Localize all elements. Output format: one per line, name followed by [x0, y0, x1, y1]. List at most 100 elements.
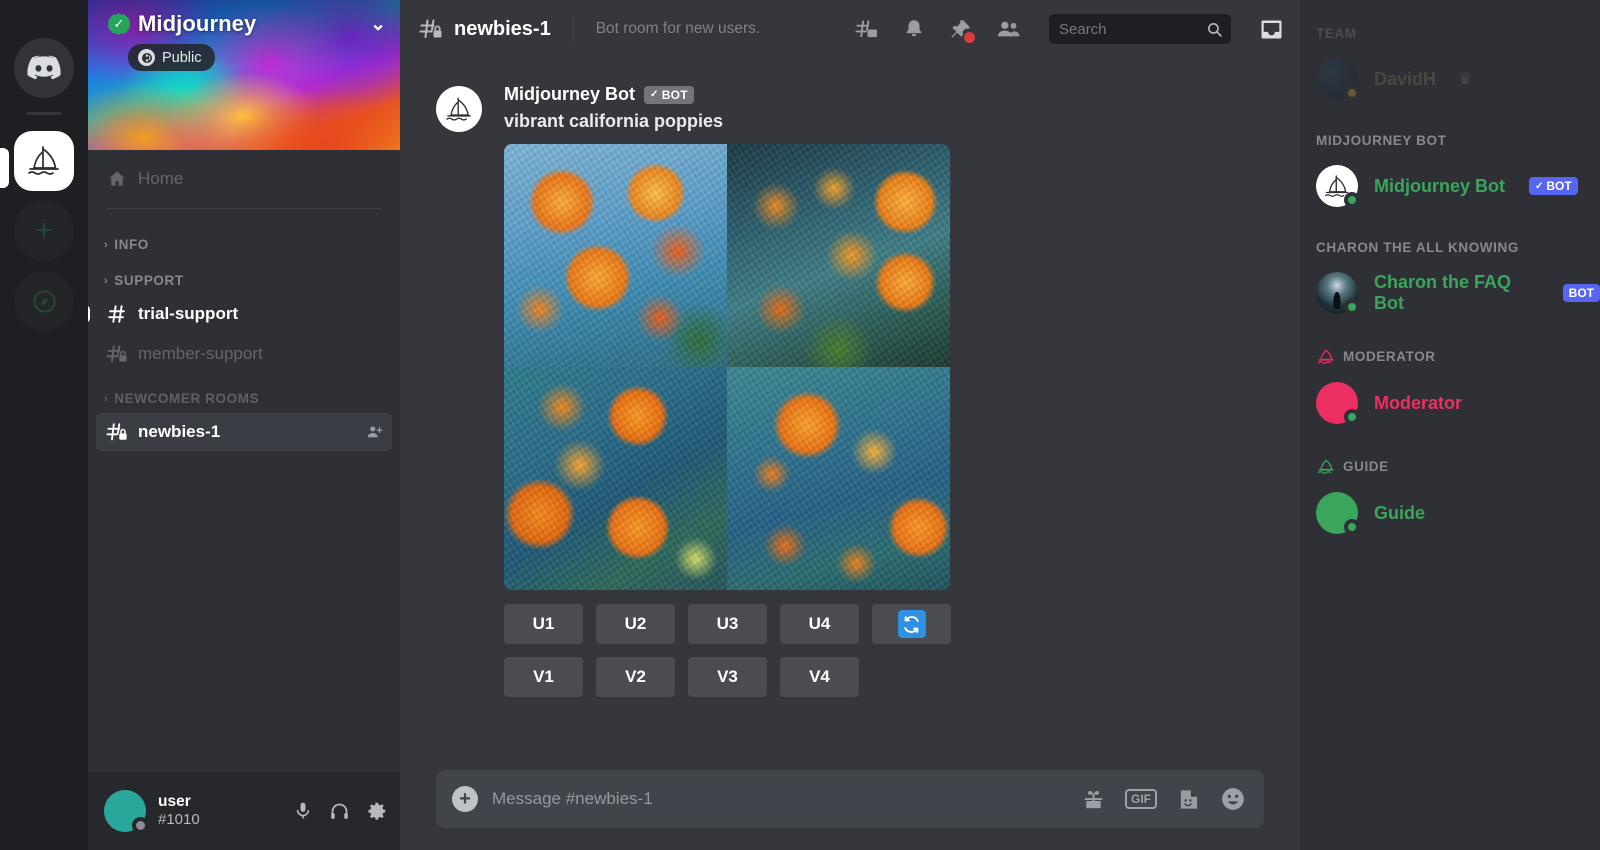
image-quadrant-1[interactable] — [504, 144, 727, 367]
reroll-button[interactable] — [872, 604, 951, 644]
discord-logo-icon — [27, 55, 61, 81]
bot-badge-label: BOT — [662, 88, 688, 102]
action-buttons: U1 U2 U3 U4 — [504, 604, 951, 697]
verified-badge-icon: ✓ — [108, 13, 130, 35]
server-banner[interactable]: ✓ Midjourney ⌄ Public — [88, 0, 400, 150]
bot-badge: BOT — [1563, 284, 1600, 302]
status-indicator-idle — [1344, 85, 1360, 101]
search-input[interactable]: Search — [1049, 14, 1231, 44]
category-support-label: SUPPORT — [114, 273, 183, 288]
member-group-charon-label: CHARON THE ALL KNOWING — [1316, 240, 1519, 255]
member-name: Charon the FAQ Bot — [1374, 272, 1539, 314]
channel-sidebar: ✓ Midjourney ⌄ Public — [88, 0, 400, 850]
category-newcomer-rooms[interactable]: › NEWCOMER ROOMS — [88, 375, 400, 411]
gif-icon[interactable]: GIF — [1125, 789, 1157, 809]
category-newcomer-rooms-label: NEWCOMER ROOMS — [114, 391, 259, 406]
chevron-down-icon[interactable]: ⌄ — [370, 13, 386, 36]
silhouette-shape — [1334, 292, 1341, 309]
avatar — [1316, 58, 1358, 100]
user-identity[interactable]: user #1010 — [158, 792, 200, 830]
variation-button-row: V1 V2 V3 V4 — [504, 657, 951, 697]
status-indicator-online — [1344, 519, 1360, 535]
member-group-midjourney-bot: MIDJOURNEY BOT — [1300, 133, 1600, 148]
upscale-button-u2[interactable]: U2 — [596, 604, 675, 644]
message-author[interactable]: Midjourney Bot — [504, 84, 635, 105]
image-texture — [504, 144, 727, 367]
members-icon[interactable] — [996, 18, 1021, 40]
add-member-icon[interactable] — [366, 423, 384, 441]
member-group-guide-label: GUIDE — [1343, 459, 1389, 474]
image-quadrant-2[interactable] — [727, 144, 950, 367]
server-button-midjourney[interactable] — [14, 131, 74, 191]
headphones-icon[interactable] — [329, 801, 350, 822]
add-server-button[interactable]: + — [14, 201, 74, 261]
message-input[interactable]: Message #newbies-1 — [492, 789, 1068, 809]
sailboat-green-icon — [1316, 457, 1336, 475]
composer-box[interactable]: + Message #newbies-1 GIF — [436, 770, 1264, 828]
member-name: Guide — [1374, 503, 1425, 524]
upscale-button-u1[interactable]: U1 — [504, 604, 583, 644]
member-group-charon: CHARON THE ALL KNOWING — [1300, 240, 1600, 255]
bot-badge: ✓ BOT — [644, 86, 694, 104]
inbox-icon[interactable] — [1259, 17, 1284, 42]
member-row[interactable]: Guide — [1300, 485, 1600, 541]
image-quadrant-4[interactable] — [727, 367, 950, 590]
search-icon[interactable] — [1206, 21, 1223, 38]
sticker-icon[interactable] — [1177, 788, 1200, 811]
member-row[interactable]: Midjourney Bot ✓ BOT — [1300, 158, 1600, 214]
gift-icon[interactable] — [1082, 788, 1105, 811]
member-name: Midjourney Bot — [1374, 176, 1505, 197]
image-quadrant-3[interactable] — [504, 367, 727, 590]
upscale-button-u4[interactable]: U4 — [780, 604, 859, 644]
attach-icon[interactable]: + — [452, 786, 478, 812]
sidebar-item-newbies-1[interactable]: newbies-1 — [96, 413, 392, 451]
variation-button-v2[interactable]: V2 — [596, 657, 675, 697]
explore-servers-button[interactable] — [14, 271, 74, 331]
sailboat-pink-icon — [1316, 347, 1336, 365]
variation-button-v4[interactable]: V4 — [780, 657, 859, 697]
threads-icon[interactable] — [854, 18, 879, 41]
sailboat-icon — [443, 95, 475, 124]
sidebar-item-trial-support[interactable]: trial-support — [96, 295, 392, 333]
discord-home-button[interactable] — [14, 38, 74, 98]
avatar[interactable] — [436, 86, 482, 132]
verified-check: ✓ — [114, 16, 125, 32]
avatar[interactable] — [104, 790, 146, 832]
category-info-label: INFO — [114, 237, 149, 252]
hash-icon — [104, 303, 130, 325]
member-group-moderator: MODERATOR — [1300, 347, 1600, 365]
upscale-button-u3[interactable]: U3 — [688, 604, 767, 644]
composer-actions: GIF — [1082, 786, 1246, 812]
bot-check-icon: ✓ — [650, 89, 659, 100]
gear-icon[interactable] — [366, 800, 388, 822]
message-list: Midjourney Bot ✓ BOT vibrant california … — [400, 58, 1300, 770]
avatar — [1316, 165, 1358, 207]
status-indicator-online — [1344, 299, 1360, 315]
member-row[interactable]: Charon the FAQ Bot BOT — [1300, 265, 1600, 321]
bell-icon[interactable] — [903, 18, 925, 40]
channel-topic: Bot room for new users. — [596, 20, 761, 38]
server-header[interactable]: ✓ Midjourney ⌄ — [108, 11, 386, 37]
generated-image-grid[interactable] — [504, 144, 950, 590]
server-name: Midjourney — [138, 11, 256, 37]
status-indicator — [132, 817, 149, 834]
variation-button-v1[interactable]: V1 — [504, 657, 583, 697]
unread-indicator — [88, 305, 90, 323]
sidebar-item-home[interactable]: Home — [96, 160, 392, 198]
rail-divider — [26, 112, 62, 115]
category-info[interactable]: › INFO — [88, 221, 400, 257]
member-row[interactable]: DavidH ♛ — [1300, 51, 1600, 107]
emoji-icon[interactable] — [1220, 786, 1246, 812]
sidebar-divider — [106, 208, 382, 209]
channel-list: Home › INFO › SUPPORT trial-support — [88, 150, 400, 772]
topbar-actions: Search — [854, 14, 1284, 44]
sidebar-item-member-support[interactable]: member-support — [96, 335, 392, 373]
hash-lock-icon — [104, 421, 130, 443]
pin-icon[interactable] — [949, 18, 972, 41]
sidebar-item-home-label: Home — [138, 169, 183, 189]
variation-button-v3[interactable]: V3 — [688, 657, 767, 697]
member-row[interactable]: Moderator — [1300, 375, 1600, 431]
bot-badge-label: BOT — [1569, 286, 1594, 300]
category-support[interactable]: › SUPPORT — [88, 257, 400, 293]
microphone-icon[interactable] — [293, 801, 313, 821]
